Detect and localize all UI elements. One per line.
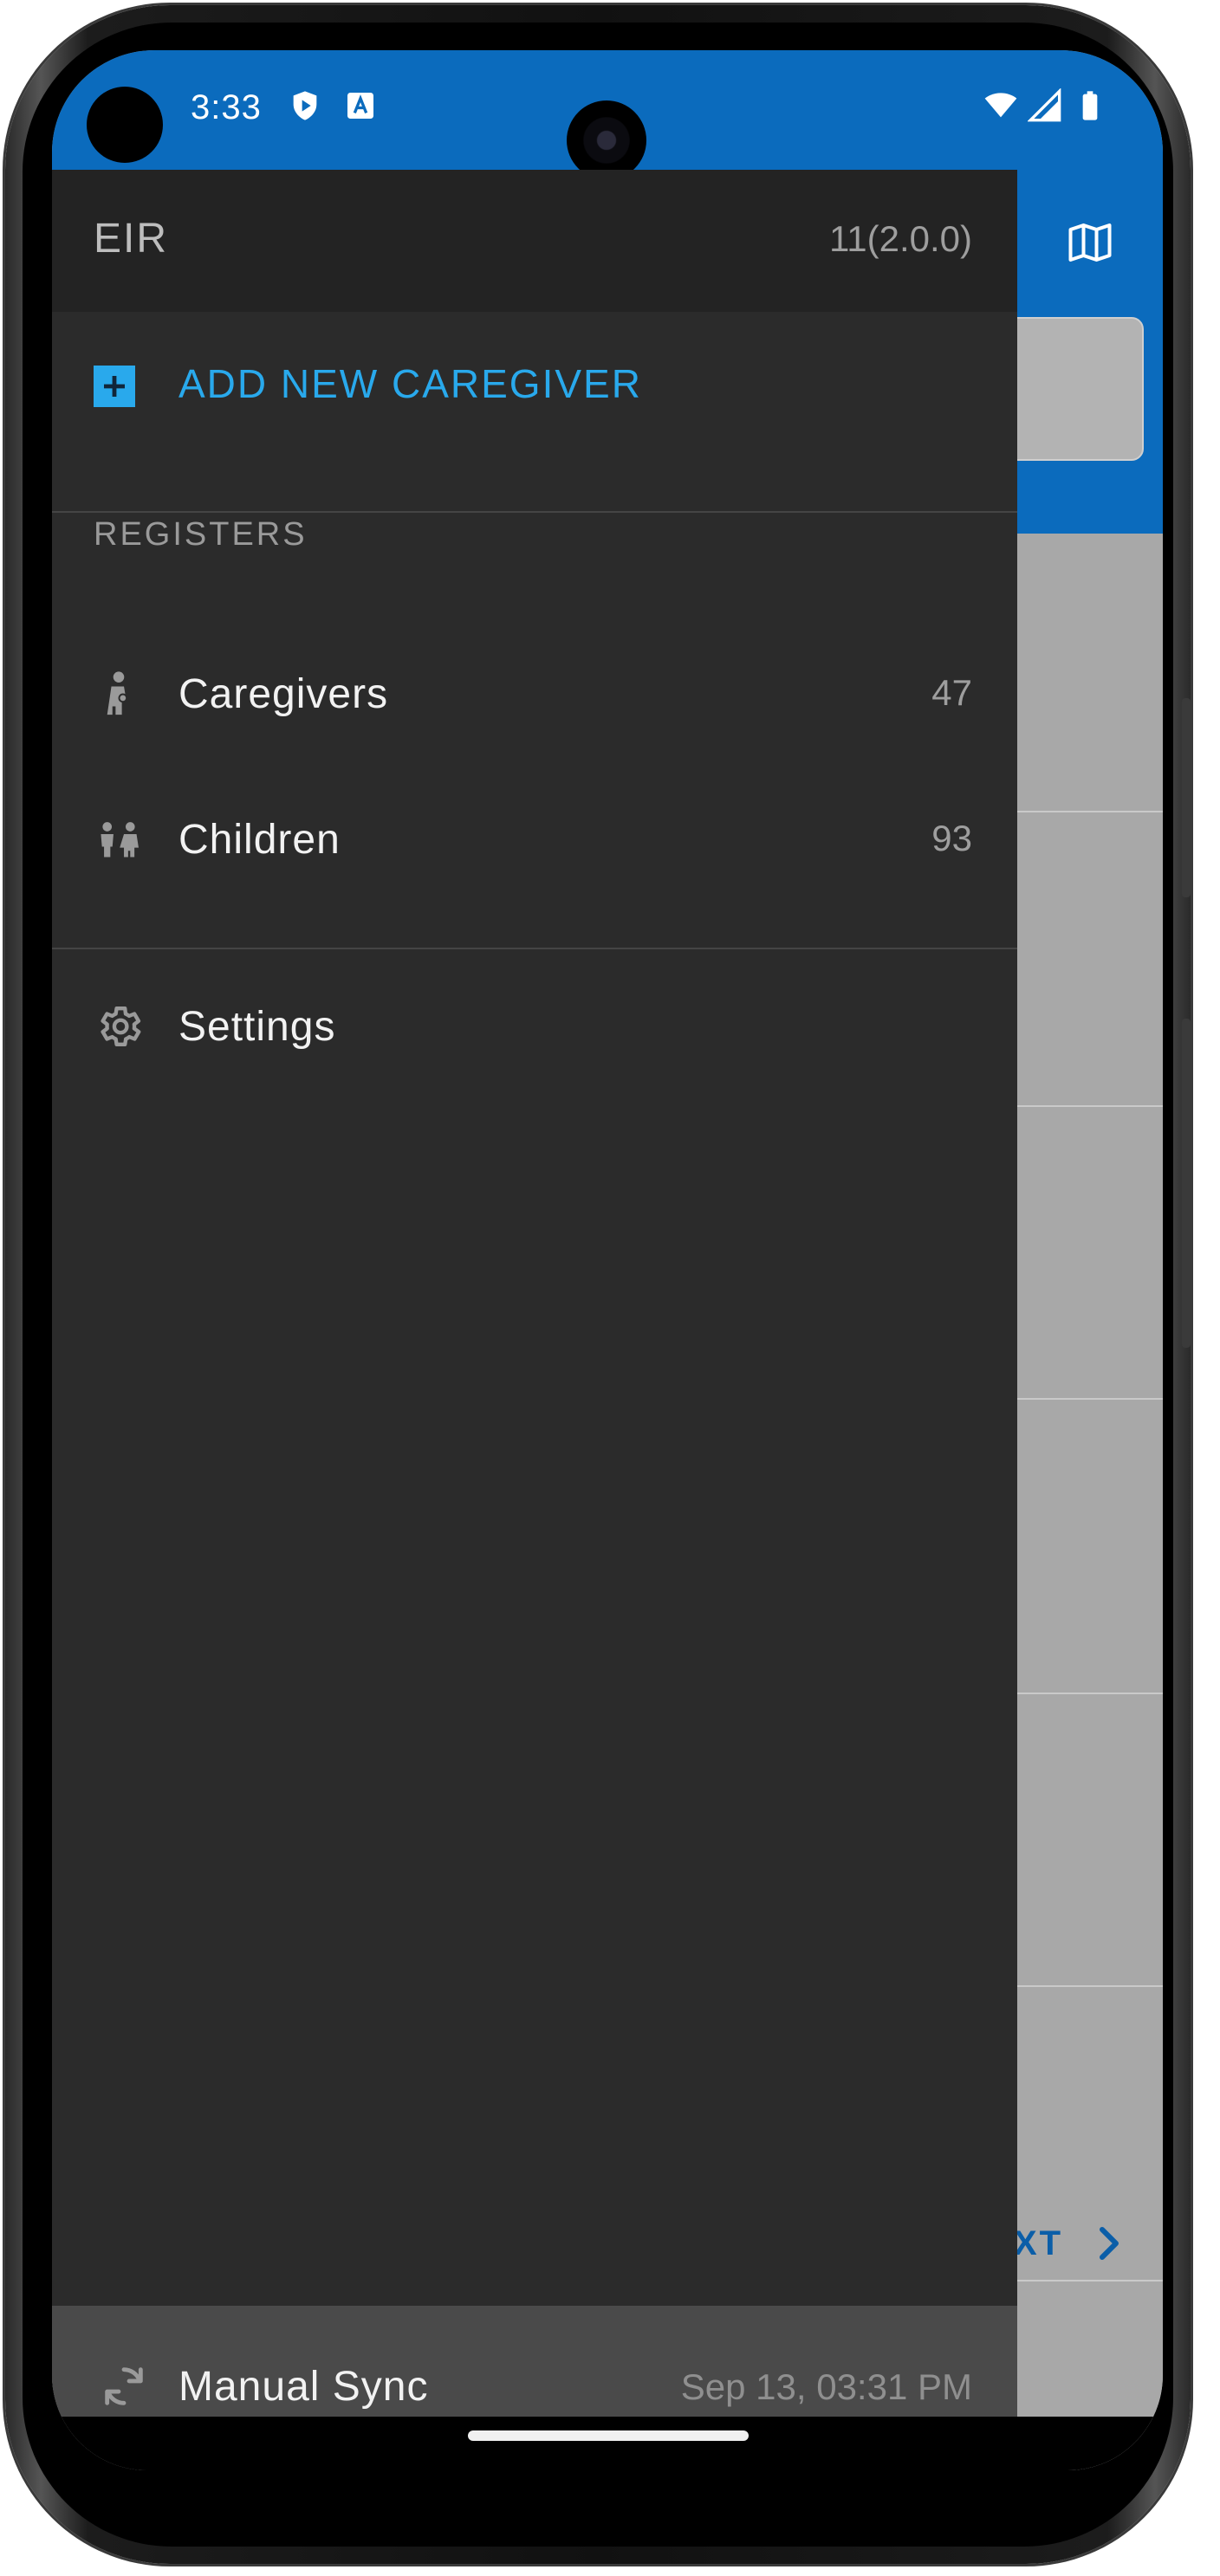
nav-item-children[interactable]: Children 93 (52, 766, 1017, 911)
signal-icon (1028, 88, 1061, 122)
caregivers-count: 47 (931, 672, 972, 713)
divider (52, 511, 1017, 513)
status-time: 3:33 (191, 88, 262, 126)
registers-section-label: REGISTERS (94, 516, 308, 553)
children-icon (101, 822, 139, 858)
home-indicator[interactable] (468, 2430, 749, 2441)
volume-button (1182, 1019, 1191, 1348)
status-bar: 3:33 (52, 50, 1163, 180)
row-divider (1017, 1398, 1163, 1400)
sync-icon (105, 2367, 143, 2405)
row-divider (1017, 2280, 1163, 2282)
app-version: 11(2.0.0) (829, 218, 972, 259)
app-title: EIR (94, 216, 169, 262)
last-sync-time: Sep 13, 03:31 PM (680, 2366, 972, 2407)
chevron-right-icon[interactable] (1092, 2223, 1126, 2264)
map-icon[interactable] (1064, 217, 1116, 269)
wifi-icon (984, 93, 1017, 118)
row-divider (1017, 1105, 1163, 1107)
gear-icon (101, 1006, 141, 1046)
drawer-header: EIR 11(2.0.0) (52, 170, 1017, 312)
battery-icon (1082, 91, 1098, 120)
plus-icon (94, 366, 135, 407)
manual-sync-label: Manual Sync (178, 2364, 429, 2410)
navigation-drawer: EIR 11(2.0.0) ADD NEW CAREGIVER REGISTER… (52, 170, 1017, 2470)
keyboard-a-icon (347, 93, 373, 119)
play-protect-icon (293, 91, 317, 120)
power-button (1182, 698, 1191, 897)
nav-label-caregivers: Caregivers (178, 671, 389, 717)
gesture-bar (52, 2417, 1163, 2470)
nav-item-caregivers[interactable]: Caregivers 47 (52, 620, 1017, 766)
nav-label-settings: Settings (178, 1004, 336, 1050)
children-count: 93 (931, 818, 972, 858)
nav-item-settings[interactable]: Settings (52, 953, 1017, 1098)
add-new-caregiver-label: ADD NEW CAREGIVER (178, 361, 642, 406)
front-camera (567, 100, 646, 180)
nav-label-children: Children (178, 817, 341, 863)
camera-cutout (87, 87, 163, 163)
row-divider (1017, 811, 1163, 812)
next-button-label[interactable]: XT (1014, 2224, 1063, 2263)
divider (52, 948, 1017, 949)
add-new-caregiver-button[interactable]: ADD NEW CAREGIVER (52, 312, 1017, 457)
screen: XT 3:33 EIR 11(2.0.0) ADD NEW CAREGIVER … (52, 50, 1163, 2470)
caregiver-icon (107, 671, 128, 715)
row-divider (1017, 1985, 1163, 1987)
row-divider (1017, 1693, 1163, 1694)
